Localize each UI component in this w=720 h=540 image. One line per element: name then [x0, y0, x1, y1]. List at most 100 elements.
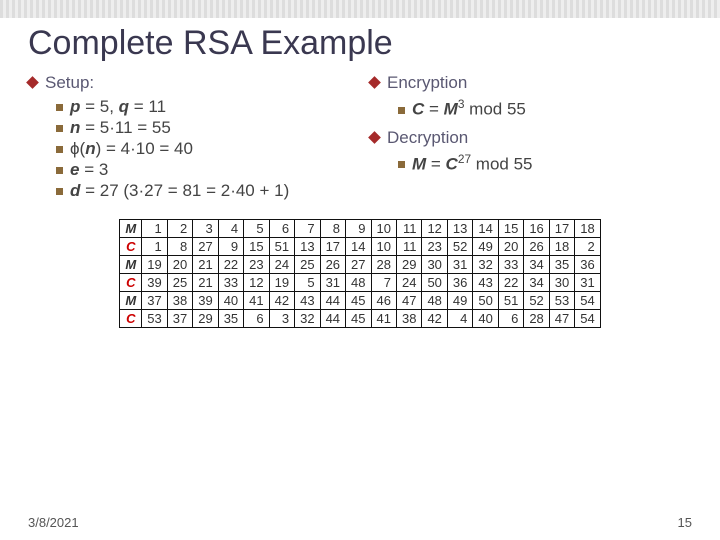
footer-page: 15 [678, 515, 692, 530]
table-cell: 48 [346, 274, 371, 292]
table-cell: 35 [218, 310, 243, 328]
table-row-label: M [120, 256, 142, 274]
table-cell: 6 [269, 220, 294, 238]
table-cell: 41 [371, 310, 396, 328]
table-cell: 26 [524, 238, 549, 256]
table-cell: 23 [244, 256, 269, 274]
table-cell: 50 [473, 292, 498, 310]
table-cell: 48 [422, 292, 447, 310]
table-row: M123456789101112131415161718 [120, 220, 600, 238]
table-cell: 33 [218, 274, 243, 292]
table-cell: 34 [524, 256, 549, 274]
table-cell: 37 [167, 310, 192, 328]
table-cell: 27 [346, 256, 371, 274]
table-row-label: C [120, 274, 142, 292]
table-cell: 30 [422, 256, 447, 274]
footer-date: 3/8/2021 [28, 515, 79, 530]
table-cell: 7 [295, 220, 320, 238]
table-cell: 35 [549, 256, 574, 274]
encryption-list: C = M3 mod 55 [370, 97, 692, 120]
table-cell: 17 [320, 238, 345, 256]
table-cell: 52 [524, 292, 549, 310]
table-cell: 25 [295, 256, 320, 274]
table-cell: 45 [346, 292, 371, 310]
table-cell: 28 [524, 310, 549, 328]
encryption-formula: C = M3 mod 55 [398, 97, 692, 120]
bullet-icon [56, 188, 63, 195]
table-cell: 51 [269, 238, 294, 256]
bullet-icon [56, 104, 63, 111]
table-cell: 4 [447, 310, 472, 328]
table-cell: 40 [473, 310, 498, 328]
table-cell: 34 [524, 274, 549, 292]
table-cell: 11 [396, 220, 421, 238]
table-cell: 22 [218, 256, 243, 274]
table-cell: 14 [473, 220, 498, 238]
table-cell: 20 [167, 256, 192, 274]
table-cell: 19 [269, 274, 294, 292]
table-cell: 29 [193, 310, 218, 328]
setup-item-phi: ϕ(n) = 4·10 = 40 [56, 139, 350, 159]
diamond-icon [368, 76, 381, 89]
table-cell: 5 [244, 220, 269, 238]
table-cell: 25 [167, 274, 192, 292]
table-row: M373839404142434445464748495051525354 [120, 292, 600, 310]
table-cell: 21 [193, 274, 218, 292]
table-cell: 31 [575, 274, 600, 292]
table-cell: 40 [218, 292, 243, 310]
bullet-icon [56, 167, 63, 174]
table-cell: 20 [498, 238, 523, 256]
setup-item-n: n = 5·11 = 55 [56, 118, 350, 138]
bullet-icon [398, 107, 405, 114]
table-cell: 45 [346, 310, 371, 328]
setup-column: Setup: p = 5, q = 11 n = 5·11 = 55 ϕ(n) … [28, 73, 350, 209]
table-cell: 54 [575, 292, 600, 310]
table-cell: 22 [498, 274, 523, 292]
table-cell: 50 [422, 274, 447, 292]
table-cell: 47 [396, 292, 421, 310]
table-row: C18279155113171410112352492026182 [120, 238, 600, 256]
table-cell: 38 [167, 292, 192, 310]
table-cell: 1 [142, 238, 167, 256]
table-cell: 12 [422, 220, 447, 238]
table-cell: 37 [142, 292, 167, 310]
table-cell: 47 [549, 310, 574, 328]
table-cell: 43 [295, 292, 320, 310]
setup-item-e: e = 3 [56, 160, 350, 180]
table-cell: 42 [269, 292, 294, 310]
table-row-label: C [120, 238, 142, 256]
table-cell: 53 [549, 292, 574, 310]
table-cell: 36 [447, 274, 472, 292]
footer: 3/8/2021 15 [28, 515, 692, 530]
table-cell: 8 [320, 220, 345, 238]
table-cell: 5 [295, 274, 320, 292]
table-cell: 44 [320, 292, 345, 310]
table-cell: 52 [447, 238, 472, 256]
table-cell: 27 [193, 238, 218, 256]
content-columns: Setup: p = 5, q = 11 n = 5·11 = 55 ϕ(n) … [28, 73, 692, 209]
table-cell: 38 [396, 310, 421, 328]
table-cell: 29 [396, 256, 421, 274]
bullet-icon [56, 125, 63, 132]
encryption-heading: Encryption [370, 73, 692, 93]
table-cell: 15 [498, 220, 523, 238]
rsa-table: M123456789101112131415161718C18279155113… [119, 219, 600, 328]
diamond-icon [368, 131, 381, 144]
table-cell: 44 [320, 310, 345, 328]
table-cell: 28 [371, 256, 396, 274]
decryption-heading: Decryption [370, 128, 692, 148]
table-cell: 30 [549, 274, 574, 292]
table-cell: 31 [447, 256, 472, 274]
table-cell: 23 [422, 238, 447, 256]
table-cell: 26 [320, 256, 345, 274]
table-cell: 6 [244, 310, 269, 328]
table-cell: 33 [498, 256, 523, 274]
table-row: M192021222324252627282930313233343536 [120, 256, 600, 274]
table-cell: 36 [575, 256, 600, 274]
table-cell: 6 [498, 310, 523, 328]
table-row-label: M [120, 220, 142, 238]
table-cell: 19 [142, 256, 167, 274]
table-cell: 18 [575, 220, 600, 238]
table-cell: 10 [371, 238, 396, 256]
setup-item-d: d = 27 (3·27 = 81 = 2·40 + 1) [56, 181, 350, 201]
